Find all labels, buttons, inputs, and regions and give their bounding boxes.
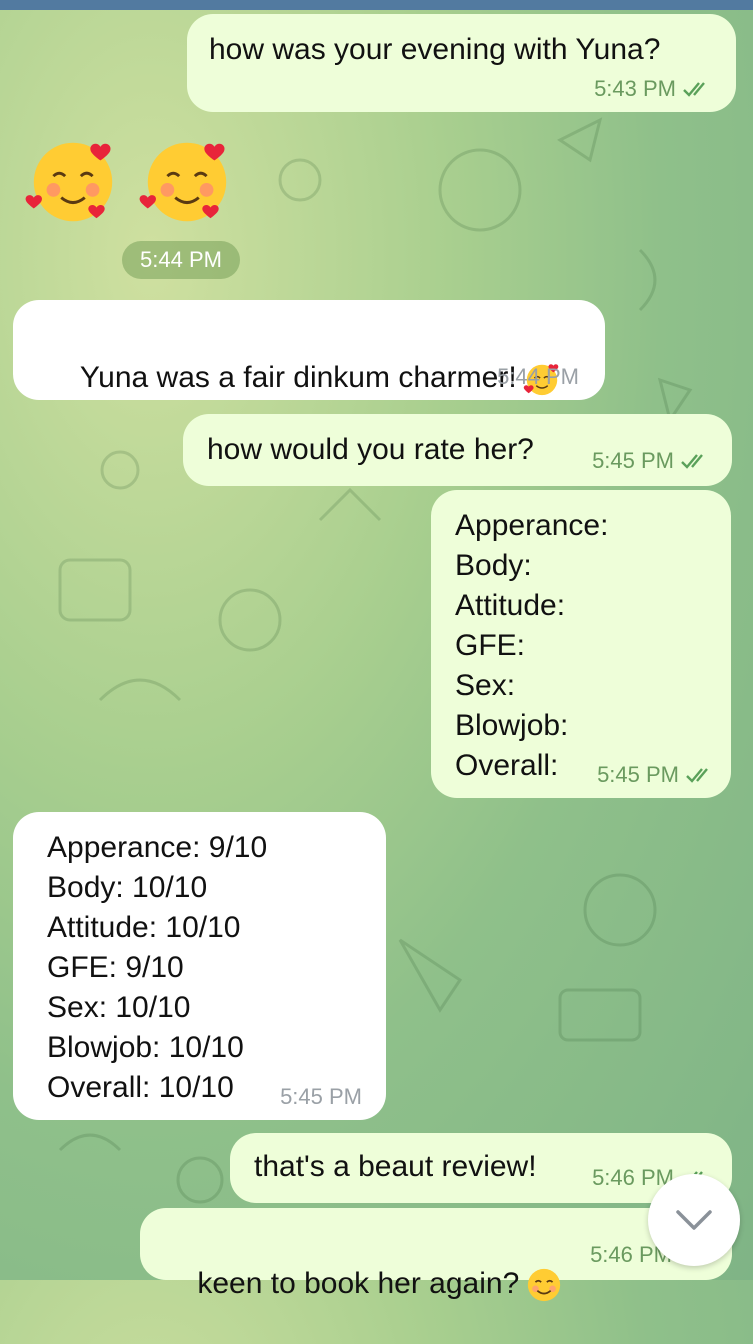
list-item: Attitude: 10/10 xyxy=(47,911,241,944)
list-item: Blowjob: 10/10 xyxy=(47,1031,244,1064)
smiling-face-with-hearts-sticker[interactable] xyxy=(138,133,236,231)
list-item: Attitude: xyxy=(455,589,566,622)
message-bubble-outgoing[interactable]: keen to book her again? 5:46 PM xyxy=(140,1208,732,1302)
message-time: 5:45 PM xyxy=(597,762,679,787)
message-bubble-incoming[interactable]: Yuna was a fair dinkum charmer! 5:44 PM xyxy=(13,300,605,400)
message-bubble-outgoing[interactable]: Apperance: Body: Attitude: GFE: Sex: Blo… xyxy=(431,490,731,798)
double-check-icon xyxy=(681,454,703,469)
rating-results-list: Apperance: 9/10 Body: 10/10 Attitude: 10… xyxy=(47,828,267,1108)
message-text-content: Yuna was a fair dinkum charmer! xyxy=(79,361,517,394)
scroll-to-bottom-button[interactable] xyxy=(648,1174,740,1266)
chevron-down-icon xyxy=(676,1210,712,1230)
message-meta: 5:45 PM xyxy=(280,1084,362,1110)
rating-template-list: Apperance: Body: Attitude: GFE: Sex: Blo… xyxy=(455,506,608,786)
sticker-time-pill: 5:44 PM xyxy=(122,241,240,279)
message-bubble-incoming[interactable]: Apperance: 9/10 Body: 10/10 Attitude: 10… xyxy=(13,812,386,1120)
list-item: Apperance: xyxy=(455,509,609,542)
message-meta: 5:44 PM xyxy=(497,364,579,390)
double-check-icon xyxy=(686,768,708,783)
list-item: Overall: xyxy=(455,749,559,782)
list-item: Body: xyxy=(455,549,532,582)
message-text: that's a beaut review! xyxy=(254,1150,537,1183)
list-item: Blowjob: xyxy=(455,709,569,742)
list-item: Sex: 10/10 xyxy=(47,991,191,1024)
smiling-face-with-hearts-sticker[interactable] xyxy=(24,133,122,231)
message-time: 5:45 PM xyxy=(592,448,674,473)
message-time: 5:44 PM xyxy=(497,364,579,389)
message-text-content: keen to book her again? xyxy=(197,1267,520,1300)
list-item: GFE: 9/10 xyxy=(47,951,184,984)
message-meta: 5:43 PM xyxy=(594,76,714,102)
message-time: 5:45 PM xyxy=(280,1084,362,1109)
list-item: Sex: xyxy=(455,669,516,702)
message-text: how would you rate her? xyxy=(207,433,534,466)
message-time: 5:44 PM xyxy=(140,247,222,272)
list-item: Apperance: 9/10 xyxy=(47,831,268,864)
message-meta: 5:45 PM xyxy=(597,762,717,788)
message-text: how was your evening with Yuna? xyxy=(209,33,661,66)
list-item: Overall: 10/10 xyxy=(47,1071,234,1104)
message-time: 5:43 PM xyxy=(594,76,676,101)
message-bubble-outgoing[interactable]: how would you rate her? 5:45 PM xyxy=(183,414,732,486)
message-text: keen to book her again? xyxy=(164,1224,563,1344)
smiling-face-with-smiling-eyes-emoji xyxy=(528,1268,561,1302)
message-meta: 5:45 PM xyxy=(592,448,712,474)
double-check-icon xyxy=(683,82,705,97)
list-item: Body: 10/10 xyxy=(47,871,208,904)
message-bubble-outgoing[interactable]: how was your evening with Yuna? 5:43 PM xyxy=(187,14,736,112)
list-item: GFE: xyxy=(455,629,526,662)
